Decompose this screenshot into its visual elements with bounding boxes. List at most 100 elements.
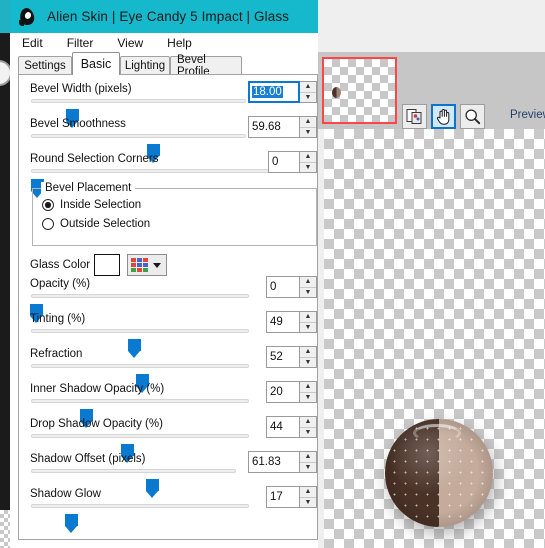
slider-track-inner-shadow-opacity[interactable] [31, 399, 249, 428]
radio-inside-selection[interactable]: Inside Selection [42, 199, 141, 211]
eye-candy-glass-dialog: Alien Skin | Eye Candy 5 Impact | Glass … [0, 0, 545, 548]
slider-track-bevel-smoothness[interactable] [31, 134, 246, 163]
label-bevel-width: Bevel Width (pixels) [30, 83, 132, 95]
spinner-refraction[interactable]: 52 ▲ ▼ [266, 346, 317, 368]
image-compare-icon [406, 109, 422, 124]
spinner-up-icon[interactable]: ▲ [300, 382, 316, 393]
spinner-down-icon[interactable]: ▼ [300, 393, 316, 403]
navigator-object-preview [332, 87, 341, 98]
spinner-input-bevel-smoothness[interactable]: 59.68 [248, 116, 300, 138]
spinner-up-icon[interactable]: ▲ [300, 487, 316, 498]
spinner-down-icon[interactable]: ▼ [300, 128, 316, 138]
radio-label-inside-selection: Inside Selection [60, 199, 142, 211]
spinner-buttons-inner-shadow-opacity[interactable]: ▲ ▼ [300, 381, 317, 403]
preview-canvas[interactable] [324, 129, 545, 548]
slider-thumb-shadow-glow[interactable] [64, 514, 78, 533]
spinner-down-icon[interactable]: ▼ [300, 323, 316, 333]
spinner-input-drop-shadow-opacity[interactable]: 44 [266, 416, 300, 438]
spinner-up-icon[interactable]: ▲ [300, 417, 316, 428]
radio-outside-selection[interactable]: Outside Selection [42, 218, 150, 230]
slider-track-round-selection-corners[interactable] [30, 169, 275, 198]
glass-color-picker-button[interactable] [127, 254, 167, 276]
label-refraction: Refraction [30, 348, 83, 360]
menu-item-filter[interactable]: Filter [67, 36, 94, 50]
spinner-up-icon[interactable]: ▲ [300, 277, 316, 288]
spinner-input-shadow-offset[interactable]: 61.83 [248, 451, 300, 473]
tab-strip: Settings Basic Lighting Bevel Profile [18, 52, 318, 78]
spinner-buttons-bevel-smoothness[interactable]: ▲ ▼ [300, 116, 317, 138]
background-window-checker-strip [0, 510, 10, 548]
window-title: Alien Skin | Eye Candy 5 Impact | Glass [47, 9, 290, 24]
spinner-buttons-tinting[interactable]: ▲ ▼ [300, 311, 317, 333]
spinner-down-icon[interactable]: ▼ [300, 498, 316, 508]
slider-track-opacity[interactable] [30, 294, 249, 323]
spinner-shadow-glow[interactable]: 17 ▲ ▼ [266, 486, 317, 508]
alien-head-icon [17, 6, 37, 27]
basic-settings-panel: Bevel Width (pixels) 18.00 ▲ ▼ Bevel Smo… [18, 74, 318, 540]
spinner-input-round-selection-corners[interactable]: 0 [268, 151, 300, 173]
spinner-up-icon[interactable]: ▲ [300, 312, 316, 323]
slider-track-shadow-glow[interactable] [31, 504, 249, 533]
spinner-input-bevel-width[interactable]: 18.00 [248, 81, 300, 103]
radio-button-icon-outside[interactable] [42, 218, 54, 230]
spinner-up-icon[interactable]: ▲ [300, 82, 316, 93]
spinner-tinting[interactable]: 49 ▲ ▼ [266, 311, 317, 333]
spinner-down-icon[interactable]: ▼ [300, 93, 316, 103]
tab-basic[interactable]: Basic [72, 52, 120, 75]
spinner-input-tinting[interactable]: 49 [266, 311, 300, 333]
label-opacity: Opacity (%) [30, 278, 91, 290]
label-round-selection-corners: Round Selection Corners [30, 153, 159, 165]
spinner-input-opacity[interactable]: 0 [266, 276, 300, 298]
slider-thumb-tinting[interactable] [127, 339, 141, 358]
spinner-opacity[interactable]: 0 ▲ ▼ [266, 276, 317, 298]
tab-bevel-profile[interactable]: Bevel Profile [170, 54, 242, 78]
bevel-placement-group: Bevel Placement Inside Selection Outside… [32, 182, 317, 246]
spinner-down-icon[interactable]: ▼ [300, 288, 316, 298]
spinner-input-shadow-glow[interactable]: 17 [266, 486, 300, 508]
compare-preview-tool[interactable] [402, 104, 427, 129]
spinner-up-icon[interactable]: ▲ [300, 452, 316, 463]
spinner-bevel-width[interactable]: 18.00 ▲ ▼ [248, 81, 317, 103]
menu-item-help[interactable]: Help [167, 36, 192, 50]
spinner-down-icon[interactable]: ▼ [300, 358, 316, 368]
slider-track-shadow-offset[interactable] [31, 469, 236, 498]
spinner-up-icon[interactable]: ▲ [300, 117, 316, 128]
spinner-up-icon[interactable]: ▲ [300, 347, 316, 358]
spinner-buttons-shadow-glow[interactable]: ▲ ▼ [300, 486, 317, 508]
spinner-buttons-round-selection-corners[interactable]: ▲ ▼ [300, 151, 317, 173]
label-inner-shadow-opacity: Inner Shadow Opacity (%) [30, 383, 165, 395]
spinner-buttons-refraction[interactable]: ▲ ▼ [300, 346, 317, 368]
radio-label-outside-selection: Outside Selection [60, 218, 151, 230]
spinner-down-icon[interactable]: ▼ [300, 163, 316, 173]
spinner-buttons-opacity[interactable]: ▲ ▼ [300, 276, 317, 298]
spinner-input-refraction[interactable]: 52 [266, 346, 300, 368]
spinner-buttons-shadow-offset[interactable]: ▲ ▼ [300, 451, 317, 473]
spinner-bevel-smoothness[interactable]: 59.68 ▲ ▼ [248, 116, 317, 138]
tab-settings[interactable]: Settings [18, 56, 72, 75]
glass-color-swatch[interactable] [94, 254, 120, 276]
spinner-up-icon[interactable]: ▲ [300, 152, 316, 163]
spinner-buttons-drop-shadow-opacity[interactable]: ▲ ▼ [300, 416, 317, 438]
menu-item-edit[interactable]: Edit [22, 36, 43, 50]
tab-lighting[interactable]: Lighting [120, 56, 170, 75]
menu-item-view[interactable]: View [117, 36, 143, 50]
label-glass-color: Glass Color [30, 259, 91, 271]
radio-button-icon-inside[interactable] [42, 199, 54, 211]
spinner-down-icon[interactable]: ▼ [300, 428, 316, 438]
spinner-shadow-offset[interactable]: 61.83 ▲ ▼ [248, 451, 317, 473]
pan-tool[interactable] [431, 104, 456, 129]
slider-track-tinting[interactable] [31, 329, 249, 358]
spinner-down-icon[interactable]: ▼ [300, 463, 316, 473]
spinner-inner-shadow-opacity[interactable]: 20 ▲ ▼ [266, 381, 317, 403]
spinner-round-selection-corners[interactable]: 0 ▲ ▼ [268, 151, 317, 173]
spinner-buttons-bevel-width[interactable]: ▲ ▼ [300, 81, 317, 103]
spinner-drop-shadow-opacity[interactable]: 44 ▲ ▼ [266, 416, 317, 438]
slider-track-drop-shadow-opacity[interactable] [31, 434, 249, 463]
spinner-input-inner-shadow-opacity[interactable]: 20 [266, 381, 300, 403]
slider-track-refraction[interactable] [31, 364, 249, 393]
slider-track-bevel-width[interactable] [31, 99, 246, 128]
zoom-tool[interactable] [460, 104, 485, 129]
preview-area: Preview [318, 0, 545, 548]
navigator-thumbnail[interactable] [322, 57, 397, 124]
slider-thumb-shadow-offset[interactable] [145, 479, 159, 498]
